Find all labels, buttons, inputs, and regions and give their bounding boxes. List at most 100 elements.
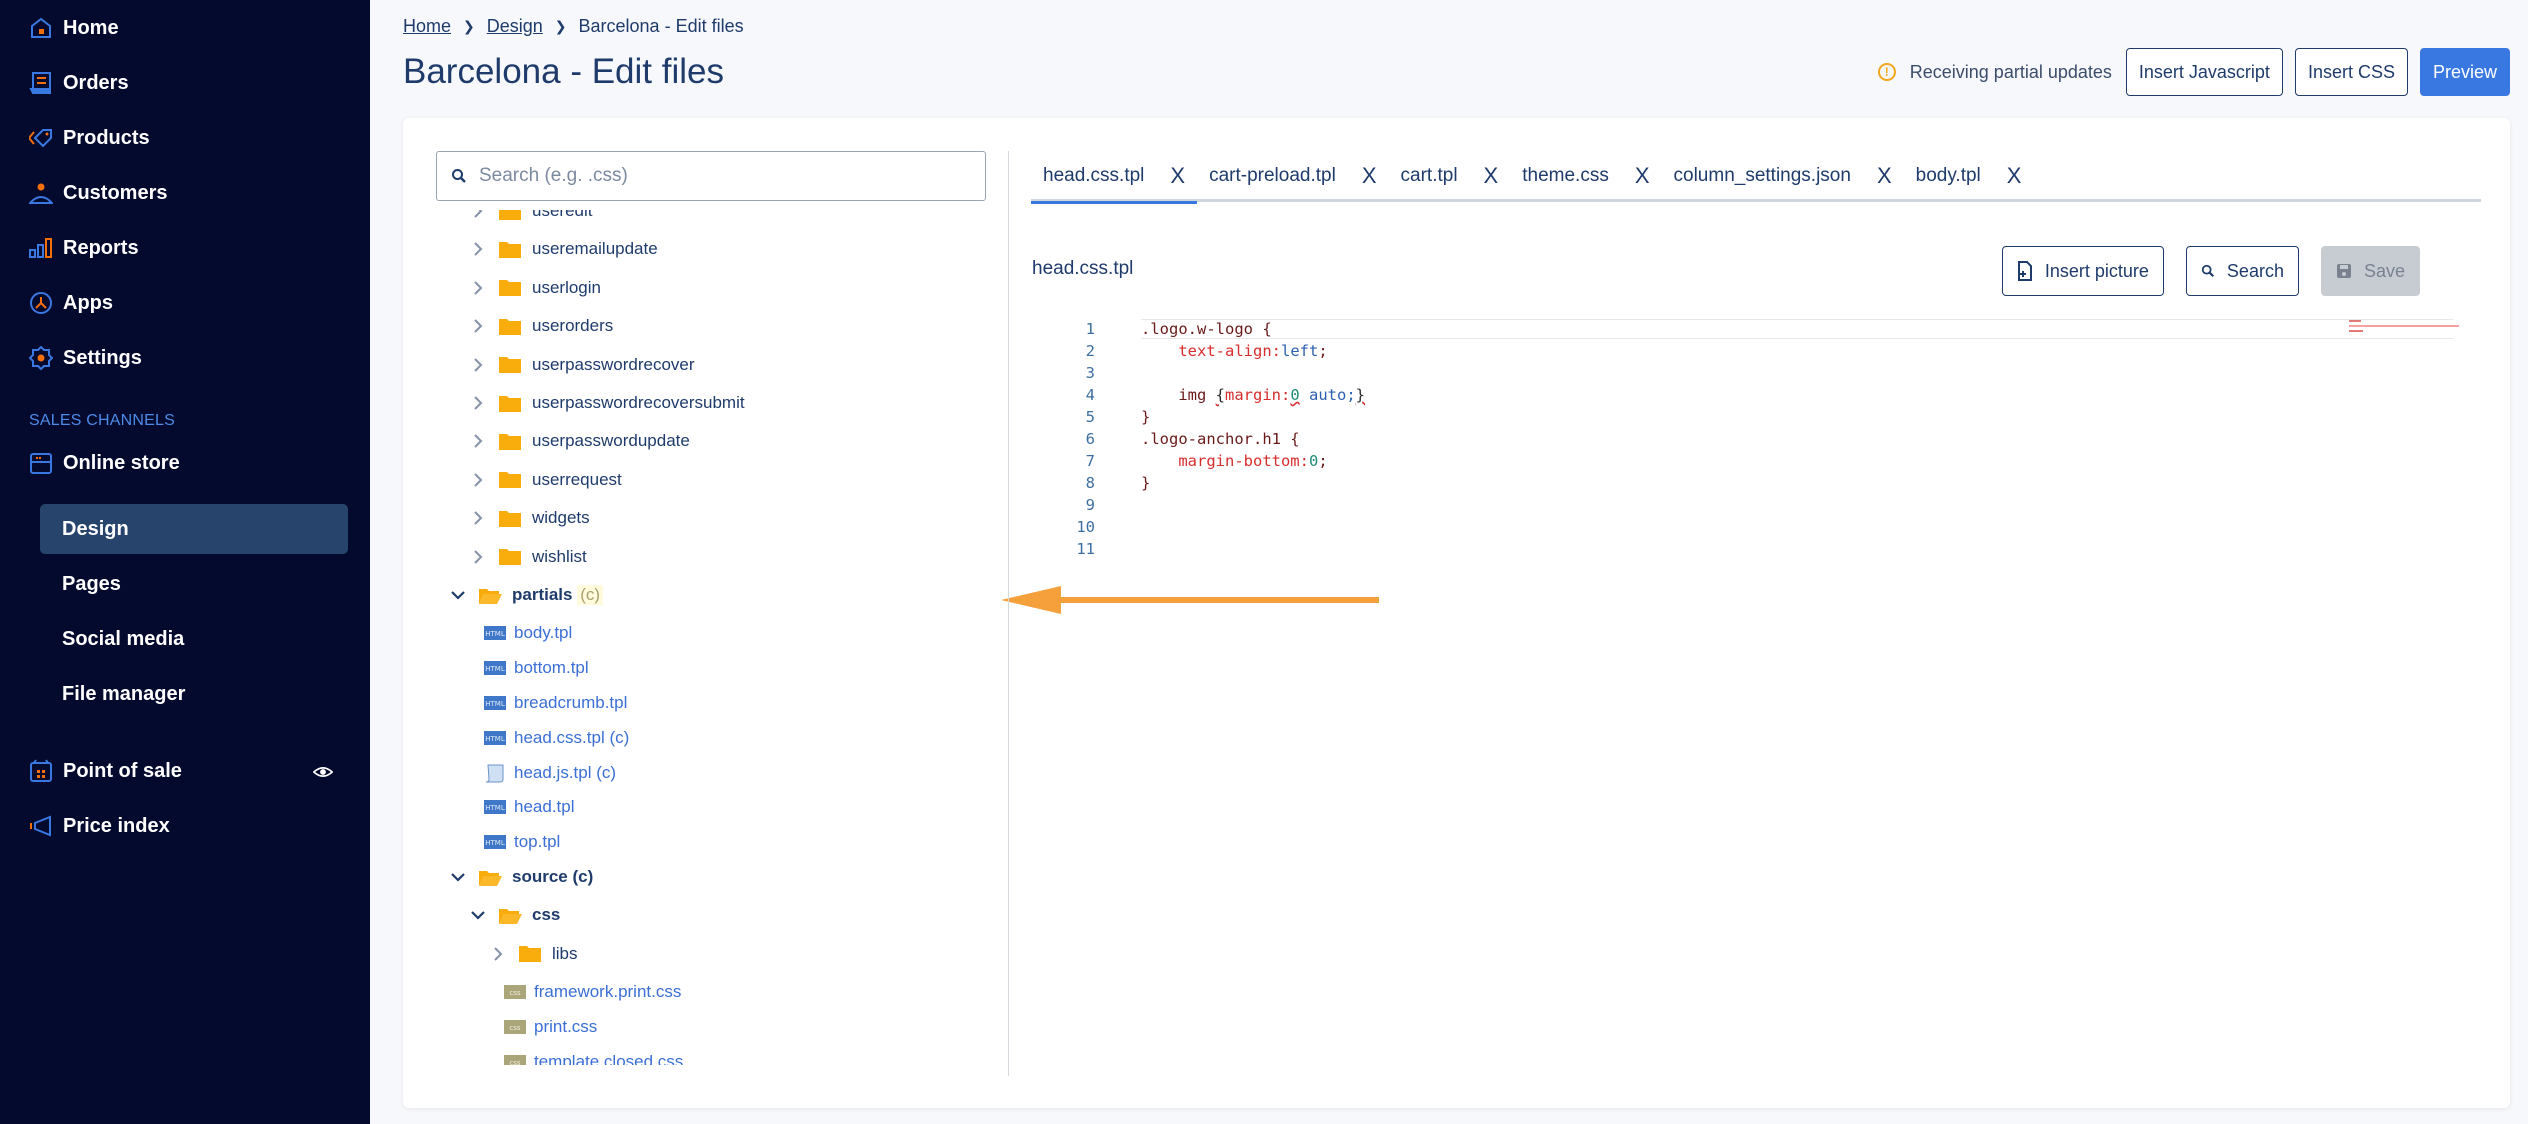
nav-point-of-sale[interactable]: Point of sale — [29, 753, 182, 789]
code-editor[interactable]: 1 .logo.w-logo {2 text-align:left; 3 4 img … — [1063, 318, 2453, 560]
code-line[interactable]: 2 text-align:left; — [1063, 340, 2453, 362]
chevron-right-icon[interactable] — [470, 549, 486, 565]
nav-orders[interactable]: Orders — [29, 65, 129, 101]
code-line[interactable]: 4 img {margin:0 auto;} — [1063, 384, 2453, 406]
tree-file[interactable]: css template.closed.css — [504, 1047, 683, 1065]
tree-folder[interactable]: css — [470, 900, 560, 930]
nav-price-index[interactable]: Price index — [29, 808, 170, 844]
save-button[interactable]: Save — [2320, 246, 2420, 296]
chevron-right-icon[interactable] — [470, 280, 486, 296]
pane-divider[interactable] — [1008, 151, 1009, 1076]
nav-label: File manager — [62, 682, 186, 705]
nav-products[interactable]: Products — [29, 120, 150, 156]
tree-folder[interactable]: libs — [490, 939, 578, 969]
tree-folder[interactable]: userpasswordupdate — [470, 426, 690, 456]
chevron-down-icon[interactable] — [450, 869, 466, 885]
eye-icon[interactable] — [313, 762, 333, 782]
tree-folder[interactable]: userlogin — [470, 273, 601, 303]
nav-file-manager[interactable]: File manager — [40, 669, 348, 719]
close-icon[interactable]: X — [1877, 163, 1892, 189]
nav-online-store[interactable]: Online store — [29, 445, 180, 481]
tab-body-tpl[interactable]: body.tpl X — [1904, 151, 2034, 201]
file-search-input[interactable] — [479, 165, 959, 187]
tree-folder[interactable]: userrequest — [470, 465, 622, 495]
tab-head-css-tpl[interactable]: head.css.tpl X — [1031, 151, 1198, 204]
insert-css-button[interactable]: Insert CSS — [2294, 48, 2408, 96]
tree-search[interactable] — [436, 151, 986, 201]
code-line[interactable]: 10 — [1063, 516, 2453, 538]
code-line[interactable]: 3 — [1063, 362, 2453, 384]
nav-label: Social media — [62, 627, 185, 650]
code-line[interactable]: 8} — [1063, 472, 2453, 494]
tree-file[interactable]: css framework.print.css — [504, 977, 681, 1007]
tree-folder[interactable]: useremailupdate — [470, 234, 658, 264]
tree-folder[interactable]: source (c) — [450, 862, 593, 892]
tree-file[interactable]: HTML breadcrumb.tpl — [484, 688, 627, 718]
chevron-right-icon[interactable] — [470, 433, 486, 449]
nav-label: Products — [63, 126, 150, 149]
chevron-right-icon[interactable] — [470, 395, 486, 411]
tree-file[interactable]: HTML top.tpl — [484, 827, 560, 857]
tree-folder[interactable]: widgets — [470, 503, 590, 533]
nav-design[interactable]: Design — [40, 504, 348, 554]
chevron-right-icon[interactable] — [470, 241, 486, 257]
tree-folder[interactable]: useredit — [470, 210, 592, 226]
nav-customers[interactable]: Customers — [29, 175, 167, 211]
close-icon[interactable]: X — [1170, 163, 1185, 189]
tab-cart-preload-tpl[interactable]: cart-preload.tpl X — [1197, 151, 1388, 201]
chevron-right-icon[interactable] — [470, 510, 486, 526]
tab-theme-css[interactable]: theme.css X — [1510, 151, 1661, 201]
nav-social-media[interactable]: Social media — [40, 614, 348, 664]
chevron-right-icon[interactable] — [470, 472, 486, 488]
breadcrumb-design[interactable]: Design — [487, 16, 543, 37]
close-icon[interactable]: X — [2007, 163, 2022, 189]
code-line[interactable]: 1 .logo.w-logo { — [1063, 318, 2453, 340]
tab-column-settings-json[interactable]: column_settings.json X — [1662, 151, 1904, 201]
tree-folder[interactable]: wishlist — [470, 542, 587, 572]
nav-label: Design — [62, 517, 129, 540]
tab-cart-tpl[interactable]: cart.tpl X — [1389, 151, 1511, 201]
nav-pages[interactable]: Pages — [40, 559, 348, 609]
close-icon[interactable]: X — [1362, 163, 1377, 189]
tree-folder[interactable]: partials (c) — [450, 580, 604, 610]
code-line[interactable]: 9 — [1063, 494, 2453, 516]
line-content: img {margin:0 auto;} — [1178, 386, 1366, 404]
nav-reports[interactable]: Reports — [29, 230, 139, 266]
code-line[interactable]: 7 margin-bottom:0; — [1063, 450, 2453, 472]
chevron-right-icon[interactable] — [470, 357, 486, 373]
tree-file[interactable]: css print.css — [504, 1012, 597, 1042]
tree-folder[interactable]: userorders — [470, 311, 613, 341]
minimap[interactable] — [2349, 320, 2459, 334]
chevron-right-icon[interactable] — [490, 946, 506, 962]
line-content: text-align:left; — [1178, 342, 1328, 360]
chevron-right-icon[interactable] — [470, 318, 486, 334]
code-line[interactable]: 11 — [1063, 538, 2453, 560]
search-button[interactable]: Search — [2185, 246, 2299, 296]
nav-apps[interactable]: Apps — [29, 285, 113, 321]
line-content: } — [1141, 408, 1151, 426]
code-line[interactable]: 5} — [1063, 406, 2453, 428]
tree-folder[interactable]: userpasswordrecover — [470, 350, 695, 380]
breadcrumb-home[interactable]: Home — [403, 16, 451, 37]
chevron-down-icon[interactable] — [450, 587, 466, 603]
insert-picture-button[interactable]: Insert picture — [2001, 246, 2164, 296]
nav-settings[interactable]: Settings — [29, 340, 142, 376]
tree-file[interactable]: head.js.tpl (c) — [484, 758, 616, 788]
preview-button[interactable]: Preview — [2419, 48, 2510, 96]
file-label: top.tpl — [514, 832, 561, 852]
chevron-right-icon[interactable] — [470, 210, 486, 219]
code-line[interactable]: 6 .logo-anchor.h1 { — [1063, 428, 2453, 450]
tree-file[interactable]: HTML body.tpl — [484, 618, 572, 648]
tree-folder[interactable]: userpasswordrecoversubmit — [470, 388, 745, 418]
tree-file[interactable]: HTML head.tpl — [484, 792, 575, 822]
tree-file[interactable]: HTML bottom.tpl — [484, 653, 589, 683]
close-icon[interactable]: X — [1484, 163, 1499, 189]
close-icon[interactable]: X — [1635, 163, 1650, 189]
insert-javascript-button[interactable]: Insert Javascript — [2125, 48, 2283, 96]
folder-label: userrequest — [532, 469, 622, 489]
nav-home[interactable]: Home — [29, 10, 119, 46]
chevron-down-icon[interactable] — [470, 907, 486, 923]
home-icon — [31, 17, 51, 38]
tree-file[interactable]: HTML head.css.tpl (c) — [484, 723, 629, 753]
status-indicator: ! Receiving partial updates — [1877, 62, 2112, 83]
